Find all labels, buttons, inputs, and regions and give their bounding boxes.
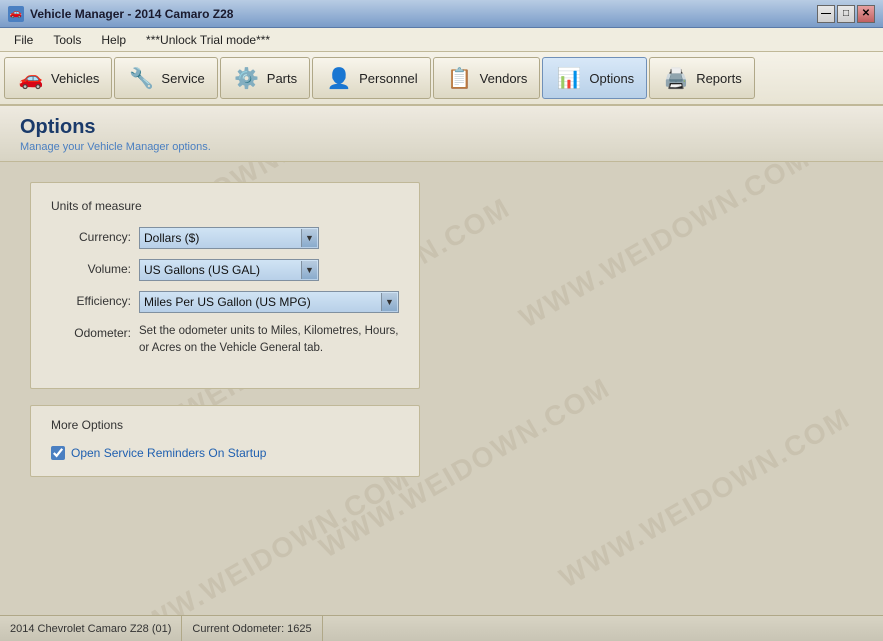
page-title: Options bbox=[20, 116, 863, 139]
menu-help[interactable]: Help bbox=[91, 31, 136, 49]
menu-file[interactable]: File bbox=[4, 31, 43, 49]
units-section-title: Units of measure bbox=[51, 199, 399, 213]
maximize-button[interactable]: □ bbox=[837, 5, 855, 23]
units-panel: Units of measure Currency: Dollars ($) E… bbox=[30, 182, 420, 389]
toolbar-reports[interactable]: 🖨️ Reports bbox=[649, 57, 755, 99]
odometer-control: Set the odometer units to Miles, Kilomet… bbox=[139, 323, 399, 358]
toolbar-vendors-label: Vendors bbox=[480, 71, 528, 86]
toolbar-reports-label: Reports bbox=[696, 71, 742, 86]
odometer-text: Set the odometer units to Miles, Kilomet… bbox=[139, 323, 399, 358]
reminders-checkbox[interactable] bbox=[51, 446, 65, 460]
window-title: Vehicle Manager - 2014 Camaro Z28 bbox=[30, 7, 233, 21]
volume-select[interactable]: US Gallons (US GAL) Litres (L) Imperial … bbox=[139, 259, 319, 281]
efficiency-select-wrapper[interactable]: Miles Per US Gallon (US MPG) Kilometres … bbox=[139, 291, 399, 313]
window-controls: — □ ✕ bbox=[817, 5, 875, 23]
menu-tools[interactable]: Tools bbox=[43, 31, 91, 49]
efficiency-label: Efficiency: bbox=[51, 291, 131, 308]
page-subtitle: Manage your Vehicle Manager options. bbox=[20, 141, 863, 153]
toolbar-vehicles[interactable]: 🚗 Vehicles bbox=[4, 57, 112, 99]
main-content: WWW.WEIDOWN.COM WWW.WEIDOWN.COM WWW.WEID… bbox=[0, 162, 883, 621]
title-bar-left: 🚗 Vehicle Manager - 2014 Camaro Z28 bbox=[8, 6, 233, 22]
vehicles-icon: 🚗 bbox=[17, 64, 45, 92]
toolbar-vehicles-label: Vehicles bbox=[51, 71, 99, 86]
toolbar-personnel[interactable]: 👤 Personnel bbox=[312, 57, 431, 99]
volume-control: US Gallons (US GAL) Litres (L) Imperial … bbox=[139, 259, 399, 281]
efficiency-row: Efficiency: Miles Per US Gallon (US MPG)… bbox=[51, 291, 399, 313]
service-icon: 🔧 bbox=[127, 64, 155, 92]
status-vehicle: 2014 Chevrolet Camaro Z28 (01) bbox=[0, 616, 182, 641]
toolbar-service-label: Service bbox=[161, 71, 204, 86]
volume-label: Volume: bbox=[51, 259, 131, 276]
toolbar-service[interactable]: 🔧 Service bbox=[114, 57, 217, 99]
toolbar-parts-label: Parts bbox=[267, 71, 297, 86]
toolbar-vendors[interactable]: 📋 Vendors bbox=[433, 57, 541, 99]
more-options-panel: More Options Open Service Reminders On S… bbox=[30, 405, 420, 477]
toolbar-personnel-label: Personnel bbox=[359, 71, 418, 86]
currency-control: Dollars ($) Euros (€) British Pounds (£)… bbox=[139, 227, 399, 249]
reminders-checkbox-wrapper[interactable]: Open Service Reminders On Startup bbox=[51, 446, 266, 460]
close-button[interactable]: ✕ bbox=[857, 5, 875, 23]
toolbar-options-label: Options bbox=[589, 71, 634, 86]
parts-icon: ⚙️ bbox=[233, 64, 261, 92]
options-icon: 📊 bbox=[555, 64, 583, 92]
toolbar-options[interactable]: 📊 Options bbox=[542, 57, 647, 99]
toolbar: 🚗 Vehicles 🔧 Service ⚙️ Parts 👤 Personne… bbox=[0, 52, 883, 106]
odometer-label: Odometer: bbox=[51, 323, 131, 340]
odometer-row: Odometer: Set the odometer units to Mile… bbox=[51, 323, 399, 358]
status-odometer: Current Odometer: 1625 bbox=[182, 616, 322, 641]
page-header: Options Manage your Vehicle Manager opti… bbox=[0, 106, 883, 162]
currency-row: Currency: Dollars ($) Euros (€) British … bbox=[51, 227, 399, 249]
menu-unlock-label: ***Unlock Trial mode*** bbox=[136, 31, 280, 49]
currency-select[interactable]: Dollars ($) Euros (€) British Pounds (£) bbox=[139, 227, 319, 249]
personnel-icon: 👤 bbox=[325, 64, 353, 92]
menu-bar: File Tools Help ***Unlock Trial mode*** bbox=[0, 28, 883, 52]
currency-label: Currency: bbox=[51, 227, 131, 244]
checkbox-row: Open Service Reminders On Startup bbox=[51, 446, 399, 460]
volume-select-wrapper[interactable]: US Gallons (US GAL) Litres (L) Imperial … bbox=[139, 259, 319, 281]
currency-select-wrapper[interactable]: Dollars ($) Euros (€) British Pounds (£)… bbox=[139, 227, 319, 249]
efficiency-control: Miles Per US Gallon (US MPG) Kilometres … bbox=[139, 291, 399, 313]
more-options-title: More Options bbox=[51, 418, 399, 432]
app-icon: 🚗 bbox=[8, 6, 24, 22]
vendors-icon: 📋 bbox=[446, 64, 474, 92]
reminders-label[interactable]: Open Service Reminders On Startup bbox=[71, 446, 266, 460]
volume-row: Volume: US Gallons (US GAL) Litres (L) I… bbox=[51, 259, 399, 281]
minimize-button[interactable]: — bbox=[817, 5, 835, 23]
reports-icon: 🖨️ bbox=[662, 64, 690, 92]
title-bar: 🚗 Vehicle Manager - 2014 Camaro Z28 — □ … bbox=[0, 0, 883, 28]
toolbar-parts[interactable]: ⚙️ Parts bbox=[220, 57, 310, 99]
status-bar: 2014 Chevrolet Camaro Z28 (01) Current O… bbox=[0, 615, 883, 641]
options-area: Units of measure Currency: Dollars ($) E… bbox=[0, 162, 883, 497]
efficiency-select[interactable]: Miles Per US Gallon (US MPG) Kilometres … bbox=[139, 291, 399, 313]
